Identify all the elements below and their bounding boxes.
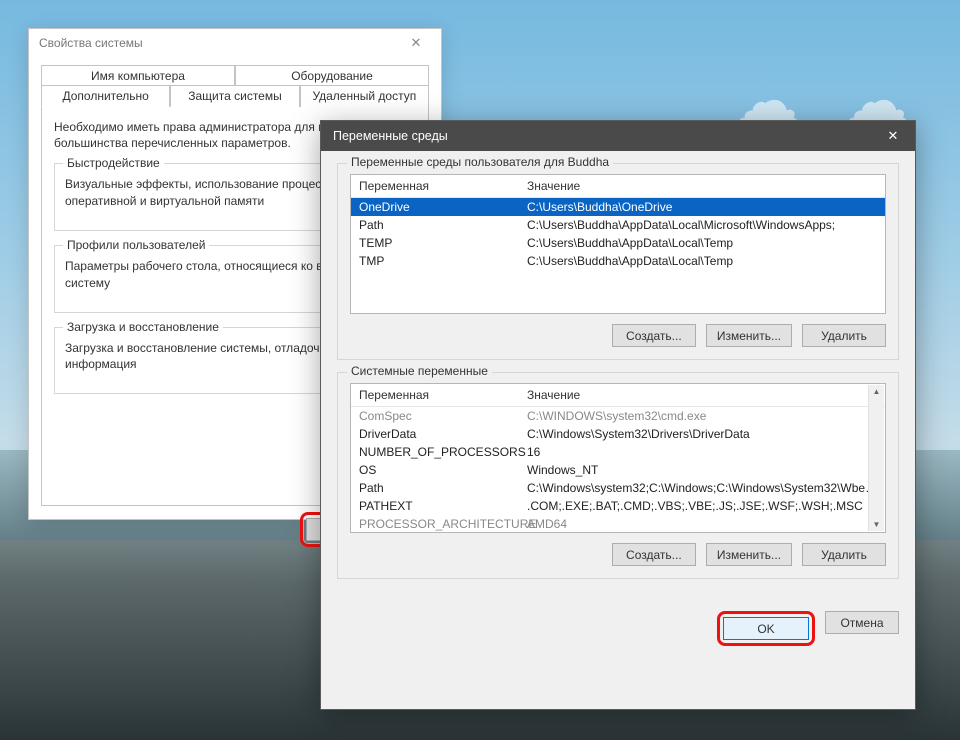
table-row[interactable]: PathC:\Users\Buddha\AppData\Local\Micros…: [351, 216, 885, 234]
cancel-button[interactable]: Отмена: [825, 611, 899, 634]
system-vars-group: Системные переменные Переменная Значение…: [337, 372, 899, 579]
table-row[interactable]: TEMPC:\Users\Buddha\AppData\Local\Temp: [351, 234, 885, 252]
var-name: OneDrive: [359, 200, 527, 214]
col-variable[interactable]: Переменная: [359, 388, 527, 402]
var-name: TMP: [359, 254, 527, 268]
ok-button[interactable]: OK: [723, 617, 809, 640]
col-value[interactable]: Значение: [527, 179, 885, 193]
var-name: PATHEXT: [359, 499, 527, 513]
user-vars-group-title: Переменные среды пользователя для Buddha: [347, 155, 613, 169]
env-titlebar[interactable]: Переменные среды ✕: [321, 121, 915, 151]
system-vars-group-title: Системные переменные: [347, 364, 492, 378]
group-startup-title: Загрузка и восстановление: [63, 320, 223, 334]
var-value: AMD64: [527, 517, 885, 531]
edit-sys-var-button[interactable]: Изменить...: [706, 543, 792, 566]
var-value: C:\Windows\System32\Drivers\DriverData: [527, 427, 885, 441]
table-row[interactable]: OSWindows_NT: [351, 461, 885, 479]
group-performance-title: Быстродействие: [63, 156, 164, 170]
tab-hardware[interactable]: Оборудование: [235, 65, 429, 86]
col-variable[interactable]: Переменная: [359, 179, 527, 193]
col-value[interactable]: Значение: [527, 388, 885, 402]
table-row[interactable]: TMPC:\Users\Buddha\AppData\Local\Temp: [351, 252, 885, 270]
var-value: C:\Users\Buddha\AppData\Local\Temp: [527, 236, 885, 250]
table-row[interactable]: DriverDataC:\Windows\System32\Drivers\Dr…: [351, 425, 885, 443]
var-name: Path: [359, 481, 527, 495]
new-user-var-button[interactable]: Создать...: [612, 324, 696, 347]
scroll-down-icon[interactable]: ▼: [873, 520, 881, 529]
env-footer: OK Отмена: [321, 603, 915, 660]
table-row[interactable]: PathC:\Windows\system32;C:\Windows;C:\Wi…: [351, 479, 885, 497]
close-icon[interactable]: ✕: [871, 121, 915, 151]
table-row[interactable]: PROCESSOR_ARCHITECTUREAMD64: [351, 515, 885, 533]
highlight-marker: OK: [717, 611, 815, 646]
close-icon[interactable]: ✕: [399, 32, 433, 54]
var-value: Windows_NT: [527, 463, 885, 477]
tab-advanced[interactable]: Дополнительно: [41, 85, 170, 107]
var-value: C:\Users\Buddha\OneDrive: [527, 200, 885, 214]
var-value: 16: [527, 445, 885, 459]
user-vars-list[interactable]: Переменная Значение OneDriveC:\Users\Bud…: [350, 174, 886, 314]
var-name: DriverData: [359, 427, 527, 441]
table-row[interactable]: ComSpecC:\WINDOWS\system32\cmd.exe: [351, 407, 885, 425]
delete-user-var-button[interactable]: Удалить: [802, 324, 886, 347]
scrollbar[interactable]: ▲ ▼: [868, 385, 884, 531]
var-value: C:\Users\Buddha\AppData\Local\Microsoft\…: [527, 218, 885, 232]
var-value: .COM;.EXE;.BAT;.CMD;.VBS;.VBE;.JS;.JSE;.…: [527, 499, 885, 513]
var-value: C:\Windows\system32;C:\Windows;C:\Window…: [527, 481, 885, 495]
scroll-up-icon[interactable]: ▲: [873, 387, 881, 396]
user-vars-group: Переменные среды пользователя для Buddha…: [337, 163, 899, 360]
sysprops-titlebar[interactable]: Свойства системы ✕: [29, 29, 441, 57]
group-profiles-title: Профили пользователей: [63, 238, 209, 252]
edit-user-var-button[interactable]: Изменить...: [706, 324, 792, 347]
sysprops-title: Свойства системы: [39, 36, 143, 50]
var-name: NUMBER_OF_PROCESSORS: [359, 445, 527, 459]
table-row[interactable]: OneDriveC:\Users\Buddha\OneDrive: [351, 198, 885, 216]
var-name: PROCESSOR_ARCHITECTURE: [359, 517, 527, 531]
list-header[interactable]: Переменная Значение: [351, 384, 885, 407]
var-name: ComSpec: [359, 409, 527, 423]
tab-system-protection[interactable]: Защита системы: [170, 85, 299, 107]
environment-variables-dialog: Переменные среды ✕ Переменные среды поль…: [320, 120, 916, 710]
new-sys-var-button[interactable]: Создать...: [612, 543, 696, 566]
delete-sys-var-button[interactable]: Удалить: [802, 543, 886, 566]
var-name: OS: [359, 463, 527, 477]
tab-remote[interactable]: Удаленный доступ: [300, 85, 429, 107]
var-name: Path: [359, 218, 527, 232]
var-value: C:\WINDOWS\system32\cmd.exe: [527, 409, 885, 423]
var-value: C:\Users\Buddha\AppData\Local\Temp: [527, 254, 885, 268]
system-vars-list[interactable]: Переменная Значение ComSpecC:\WINDOWS\sy…: [350, 383, 886, 533]
env-title: Переменные среды: [333, 129, 448, 143]
tab-computer-name[interactable]: Имя компьютера: [41, 65, 235, 86]
table-row[interactable]: NUMBER_OF_PROCESSORS16: [351, 443, 885, 461]
list-header[interactable]: Переменная Значение: [351, 175, 885, 198]
var-name: TEMP: [359, 236, 527, 250]
table-row[interactable]: PATHEXT.COM;.EXE;.BAT;.CMD;.VBS;.VBE;.JS…: [351, 497, 885, 515]
